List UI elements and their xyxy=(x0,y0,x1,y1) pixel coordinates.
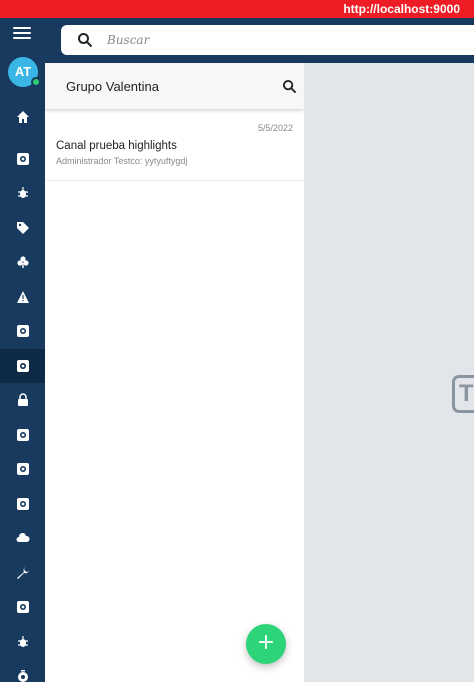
top-bar xyxy=(45,18,474,63)
search-icon[interactable] xyxy=(282,79,297,94)
app-logo: T xyxy=(452,375,474,413)
channel-list-item[interactable]: 5/5/2022 Canal prueba highlights Adminis… xyxy=(45,117,304,181)
app-icon xyxy=(16,601,29,613)
app-icon xyxy=(16,153,29,165)
bug-icon xyxy=(17,187,28,198)
menu-icon[interactable] xyxy=(13,27,31,41)
channel-date: 5/5/2022 xyxy=(257,123,293,133)
sidebar-item-app-4[interactable] xyxy=(0,452,45,486)
lock-icon xyxy=(17,393,28,406)
sidebar-item-bug-2[interactable] xyxy=(0,625,45,659)
home-icon xyxy=(16,111,29,123)
sidebar-item-club[interactable] xyxy=(0,245,45,279)
app-icon xyxy=(16,463,29,475)
tag-icon xyxy=(16,222,29,234)
sidebar-item-timer[interactable] xyxy=(0,659,45,682)
sidebar-item-lock[interactable] xyxy=(0,383,45,417)
timer-icon xyxy=(17,670,28,682)
sidebar-item-app-6[interactable] xyxy=(0,590,45,624)
channel-panel: Grupo Valentina 5/5/2022 Canal prueba hi… xyxy=(45,63,304,682)
club-icon xyxy=(16,256,29,268)
sidebar-item-app-3[interactable] xyxy=(0,418,45,452)
online-status-dot xyxy=(31,77,41,87)
global-search[interactable] xyxy=(61,25,474,55)
add-channel-button[interactable]: + xyxy=(246,624,286,664)
channel-name: Canal prueba highlights xyxy=(56,140,177,152)
sidebar-item-wrench[interactable] xyxy=(0,556,45,590)
user-avatar[interactable]: AT xyxy=(8,57,41,87)
search-input[interactable] xyxy=(107,25,467,55)
avatar-initials: AT xyxy=(14,64,32,79)
sidebar-item-home[interactable] xyxy=(0,100,45,134)
wrench-icon xyxy=(16,567,29,579)
bug-icon xyxy=(17,636,28,647)
sidebar: AT xyxy=(0,18,45,682)
search-icon xyxy=(78,33,93,48)
sidebar-item-cloud[interactable] xyxy=(0,521,45,555)
sidebar-item-tag[interactable] xyxy=(0,211,45,245)
panel-header: Grupo Valentina xyxy=(45,63,304,109)
warning-icon xyxy=(16,291,29,303)
sidebar-item-bug[interactable] xyxy=(0,176,45,210)
browser-url: http://localhost:9000 xyxy=(0,0,474,18)
sidebar-item-warning[interactable] xyxy=(0,280,45,314)
cloud-icon xyxy=(16,532,30,542)
group-title: Grupo Valentina xyxy=(66,79,159,94)
logo-letter: T xyxy=(459,380,474,407)
app-icon xyxy=(16,360,29,372)
app-icon xyxy=(16,429,29,441)
sidebar-item-app-active[interactable] xyxy=(0,349,45,383)
sidebar-item-app-2[interactable] xyxy=(0,314,45,348)
content-area: T xyxy=(304,63,474,682)
sidebar-item-app-5[interactable] xyxy=(0,487,45,521)
channel-last-message: Administrador Testco: yytyuftygdj xyxy=(56,156,188,166)
app-icon xyxy=(16,325,29,337)
sidebar-item-app-1[interactable] xyxy=(0,142,45,176)
app-icon xyxy=(16,498,29,510)
